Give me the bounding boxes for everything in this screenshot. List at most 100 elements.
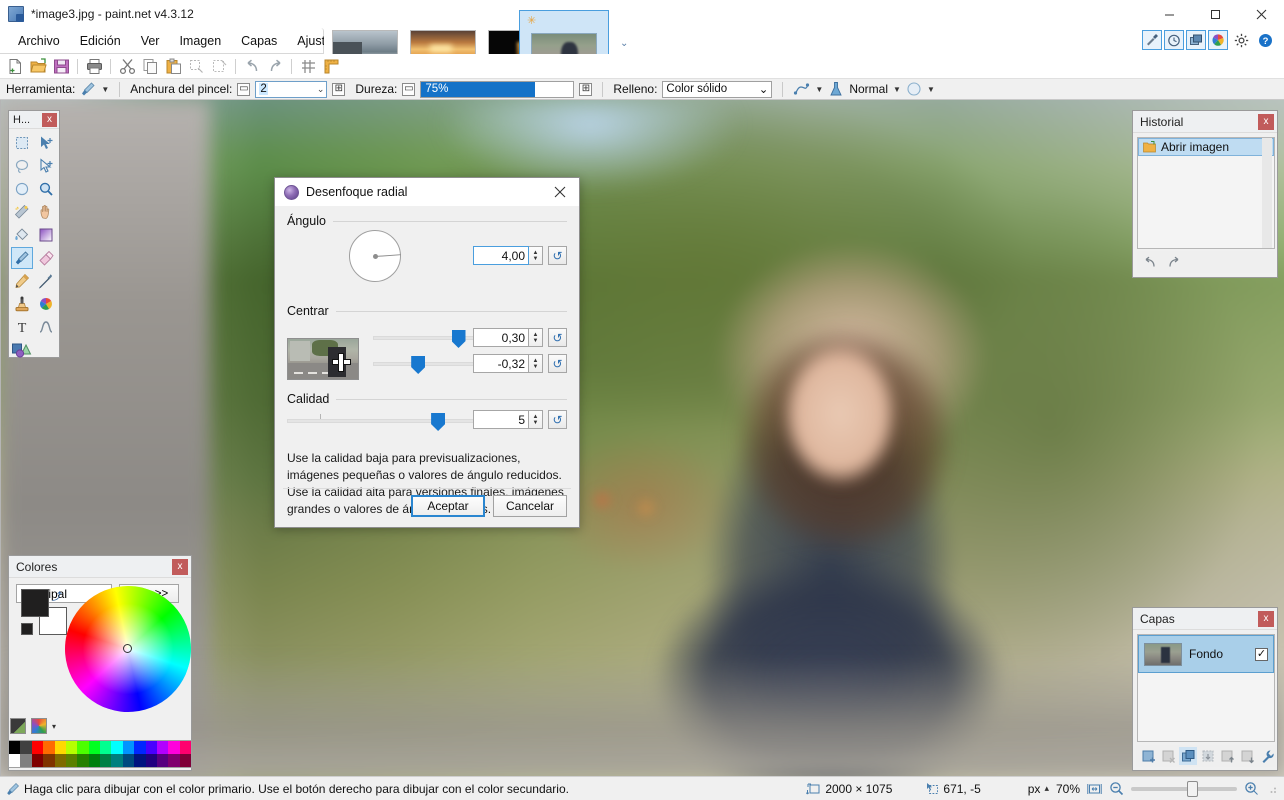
menu-edicion[interactable]: Edición xyxy=(70,30,131,52)
chevron-down-icon[interactable]: ⌄ xyxy=(620,38,628,49)
paint-bucket-tool[interactable] xyxy=(11,224,33,246)
menu-capas[interactable]: Capas xyxy=(231,30,287,52)
fill-select[interactable]: Color sólido ⌄ xyxy=(662,81,772,98)
spinner-down-arrow[interactable]: ▼ xyxy=(533,338,539,344)
paintbrush-tool[interactable] xyxy=(11,247,33,269)
move-selected-tool[interactable] xyxy=(35,132,57,154)
maximize-button[interactable] xyxy=(1192,0,1238,28)
paste-icon[interactable] xyxy=(162,55,184,77)
duplicate-layer-button[interactable] xyxy=(1179,747,1197,765)
quality-slider[interactable] xyxy=(287,419,477,423)
move-layer-down-button[interactable] xyxy=(1239,747,1257,765)
rulers-icon[interactable] xyxy=(320,55,342,77)
open-file-icon[interactable] xyxy=(27,55,49,77)
delete-layer-button[interactable] xyxy=(1160,747,1178,765)
grid-icon[interactable] xyxy=(297,55,319,77)
menu-ver[interactable]: Ver xyxy=(131,30,170,52)
tools-window-toggle[interactable] xyxy=(1142,30,1162,50)
close-icon[interactable]: x xyxy=(172,559,188,575)
chevron-down-icon[interactable]: ⌄ xyxy=(759,82,769,96)
antialiasing-icon[interactable] xyxy=(793,81,810,97)
zoom-in-icon[interactable] xyxy=(1244,781,1259,796)
shape-dropdown-arrow[interactable]: ▼ xyxy=(927,85,935,94)
zoom-out-icon[interactable] xyxy=(1109,781,1124,796)
redo-icon[interactable] xyxy=(264,55,286,77)
history-window-toggle[interactable] xyxy=(1164,30,1184,50)
crop-to-selection-icon[interactable] xyxy=(185,55,207,77)
recolor-icon[interactable] xyxy=(35,293,57,315)
palette-icon[interactable] xyxy=(10,718,26,734)
settings-button[interactable] xyxy=(1230,30,1252,50)
undo-icon[interactable] xyxy=(241,55,263,77)
zoom-slider[interactable] xyxy=(1131,787,1237,791)
blend-mode-icon[interactable] xyxy=(828,81,844,97)
angle-value-input[interactable]: 4,00 xyxy=(473,246,529,265)
cancel-button[interactable]: Cancelar xyxy=(493,495,567,517)
center-x-spinner[interactable]: ▲ ▼ xyxy=(529,328,543,347)
hardness-slider[interactable]: 75% xyxy=(420,81,574,98)
eyedropper-icon[interactable] xyxy=(35,270,57,292)
layer-visibility-checkbox[interactable]: ✓ xyxy=(1255,648,1268,661)
angle-dial[interactable] xyxy=(349,230,401,282)
deselect-icon[interactable] xyxy=(208,55,230,77)
accept-button[interactable]: Aceptar xyxy=(411,495,485,517)
reset-colors-icon[interactable] xyxy=(21,623,33,635)
history-scrollbar[interactable] xyxy=(1262,138,1272,248)
brush-width-decrement[interactable]: ▭ xyxy=(237,83,250,96)
move-selection-tool[interactable] xyxy=(35,155,57,177)
dialog-close-button[interactable] xyxy=(541,178,579,206)
hardness-increment[interactable]: ⊞ xyxy=(579,83,592,96)
swap-colors-icon[interactable]: ⤴ xyxy=(52,588,62,603)
rectangle-select-tool[interactable] xyxy=(11,132,33,154)
image-canvas[interactable] xyxy=(0,100,1284,776)
save-file-icon[interactable] xyxy=(50,55,72,77)
ellipse-select-tool[interactable] xyxy=(11,178,33,200)
angle-spinner[interactable]: ▲ ▼ xyxy=(529,246,543,265)
close-icon[interactable]: x xyxy=(1258,114,1274,130)
layer-item-fondo[interactable]: Fondo ✓ xyxy=(1138,635,1274,673)
center-preview-thumbnail[interactable] xyxy=(287,338,359,380)
line-curve-icon[interactable] xyxy=(35,316,57,338)
help-button[interactable]: ? xyxy=(1254,30,1276,50)
layers-list[interactable]: Fondo ✓ xyxy=(1137,634,1275,742)
close-icon[interactable]: x xyxy=(1258,611,1274,627)
zoom-slider-thumb[interactable] xyxy=(1187,781,1198,797)
close-button[interactable] xyxy=(1238,0,1284,28)
center-y-thumb[interactable] xyxy=(411,356,425,374)
gradient-icon[interactable] xyxy=(35,224,57,246)
color-palette[interactable] xyxy=(8,740,192,768)
move-layer-up-button[interactable] xyxy=(1219,747,1237,765)
spinner-down-arrow[interactable]: ▼ xyxy=(533,364,539,370)
brush-width-input[interactable]: 2 ⌄ xyxy=(255,81,327,98)
add-layer-button[interactable] xyxy=(1140,747,1158,765)
spinner-down-arrow[interactable]: ▼ xyxy=(533,256,539,262)
clone-stamp-icon[interactable] xyxy=(11,293,33,315)
close-icon[interactable]: x xyxy=(42,113,57,127)
quality-thumb[interactable] xyxy=(431,413,445,431)
resize-grip-icon[interactable] xyxy=(1266,783,1278,795)
menu-archivo[interactable]: Archivo xyxy=(8,30,70,52)
units-arrow[interactable]: ▴ xyxy=(1044,783,1049,794)
quality-value-input[interactable]: 5 xyxy=(473,410,529,429)
palette-dropdown-arrow[interactable]: ▾ xyxy=(52,722,56,731)
shape-icon[interactable] xyxy=(906,81,922,97)
color-wheel-icon[interactable] xyxy=(31,718,47,734)
center-y-reset-button[interactable]: ↺ xyxy=(548,354,567,373)
new-file-icon[interactable] xyxy=(4,55,26,77)
quality-reset-button[interactable]: ↺ xyxy=(548,410,567,429)
center-x-reset-button[interactable]: ↺ xyxy=(548,328,567,347)
menu-imagen[interactable]: Imagen xyxy=(169,30,231,52)
center-x-value-input[interactable]: 0,30 xyxy=(473,328,529,347)
center-x-thumb[interactable] xyxy=(452,330,466,348)
center-y-value-input[interactable]: -0,32 xyxy=(473,354,529,373)
colors-window-toggle[interactable] xyxy=(1208,30,1228,50)
layers-window-toggle[interactable] xyxy=(1186,30,1206,50)
paintbrush-icon[interactable] xyxy=(80,81,96,97)
quality-spinner[interactable]: ▲ ▼ xyxy=(529,410,543,429)
angle-reset-button[interactable]: ↺ xyxy=(548,246,567,265)
redo-icon[interactable] xyxy=(1166,255,1182,269)
center-y-spinner[interactable]: ▲ ▼ xyxy=(529,354,543,373)
print-icon[interactable] xyxy=(83,55,105,77)
magic-wand-tool[interactable] xyxy=(11,201,33,223)
primary-color-swatch[interactable] xyxy=(21,589,49,617)
